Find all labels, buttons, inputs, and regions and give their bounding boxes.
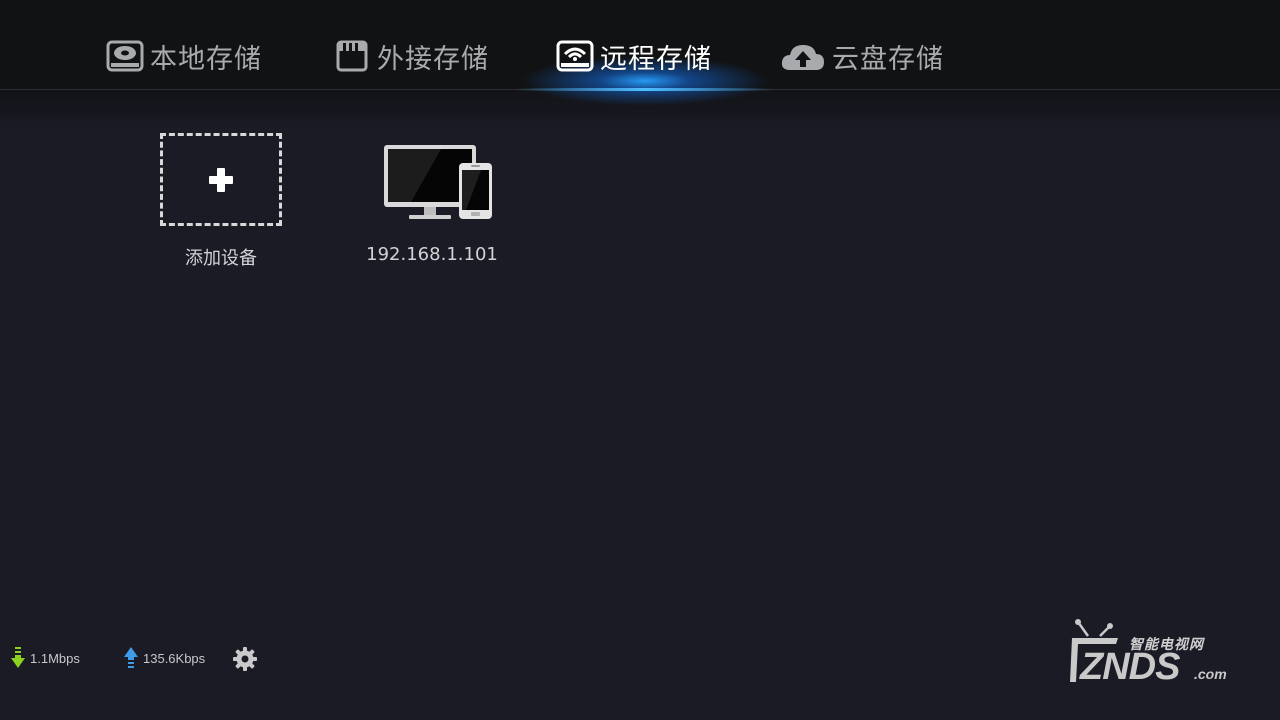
add-device-label: 添加设备 xyxy=(185,248,257,269)
download-speed: 1.1Mbps xyxy=(30,650,80,666)
tab-cloud-storage[interactable]: 云盘存储 xyxy=(780,30,944,82)
upload-speed: 135.6Kbps xyxy=(143,650,206,666)
tab-remote-storage[interactable]: 远程存储 xyxy=(556,30,712,82)
device-item[interactable]: 192.168.1.101 xyxy=(352,133,512,265)
add-device-button[interactable]: 添加设备 xyxy=(141,133,301,270)
pc-phone-icon xyxy=(371,133,493,226)
cloud-upload-icon xyxy=(780,38,826,74)
download-arrow-icon xyxy=(11,647,25,668)
upload-arrow-icon xyxy=(124,647,138,668)
tab-external-storage[interactable]: 外接存储 xyxy=(333,30,489,82)
tab-label: 外接存储 xyxy=(377,43,489,75)
tab-label: 远程存储 xyxy=(600,43,712,75)
tab-label: 本地存储 xyxy=(150,43,262,75)
znds-watermark: 智能电视网 ZNDS .com xyxy=(1066,618,1241,692)
remote-storage-screen: 本地存储 外接存储 远程存储 云盘存储 添加设备 192.168.1.101 1… xyxy=(0,0,1280,720)
hard-disk-icon xyxy=(106,38,144,74)
device-address-label: 192.168.1.101 xyxy=(366,244,498,265)
tab-bar-shadow xyxy=(0,90,1280,130)
tab-label: 云盘存储 xyxy=(832,43,944,75)
settings-gear-icon[interactable] xyxy=(232,646,258,672)
watermark-en-text: ZNDS xyxy=(1080,646,1180,688)
watermark-domain-suffix: .com xyxy=(1194,666,1227,682)
network-drive-icon xyxy=(556,38,594,74)
active-tab-indicator xyxy=(515,88,775,91)
upload-speed-indicator: 135.6Kbps xyxy=(123,645,205,671)
sd-card-icon xyxy=(333,38,371,74)
add-device-box xyxy=(160,133,282,226)
download-speed-indicator: 1.1Mbps xyxy=(10,645,80,671)
plus-icon xyxy=(209,167,233,192)
tab-local-storage[interactable]: 本地存储 xyxy=(106,30,262,82)
